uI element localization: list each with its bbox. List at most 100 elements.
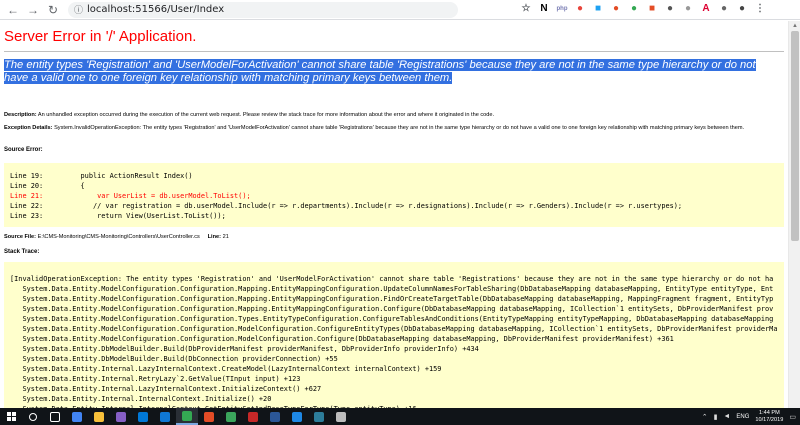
extension-icon[interactable]: ● [664, 3, 676, 15]
task-view-icon[interactable] [44, 408, 66, 425]
app-icon[interactable] [286, 408, 308, 425]
chevron-up-icon[interactable]: ⌃ [702, 413, 708, 421]
stack-line: System.Data.Entity.Internal.InternalCont… [10, 395, 272, 403]
windows-logo-icon [6, 412, 16, 421]
stack-line: System.Data.Entity.ModelConfiguration.Co… [10, 285, 774, 293]
forward-icon[interactable]: → [26, 3, 40, 17]
reload-icon[interactable]: ↻ [46, 3, 60, 17]
stack-line: System.Data.Entity.Internal.RetryLazy`2.… [10, 375, 301, 383]
error-message-text: The entity types 'Registration' and 'Use… [4, 59, 756, 84]
error-page: Server Error in '/' Application. The ent… [0, 21, 788, 408]
clock[interactable]: 1:44 PM 10/17/2019 [755, 410, 783, 424]
browser-toolbar: ← → ↻ ⓘ localhost:51566/User/Index ☆ Nphp… [0, 0, 800, 20]
paint-icon-glyph [204, 411, 214, 422]
chrome-icon[interactable] [176, 408, 198, 425]
source-file-label: Source File: [4, 234, 37, 240]
vertical-scrollbar[interactable]: ▲ [788, 21, 800, 408]
address-bar-url[interactable]: localhost:51566/User/Index [87, 4, 224, 15]
extensions-bar: ☆ Nphp ● ■ ● ● ■ ● ● A ● ● ⋮ [520, 3, 766, 15]
store-icon[interactable] [132, 408, 154, 425]
store-icon-glyph [138, 411, 148, 422]
mail-icon[interactable] [154, 408, 176, 425]
info-icon[interactable]: ⓘ [74, 3, 83, 16]
line-label: Line: [207, 234, 222, 240]
color-wheel-icon[interactable]: ● [574, 3, 586, 15]
source-file-path: E:\CMS-Monitoring\CMS-Monitoring\Control… [37, 234, 200, 240]
exception-text: System.InvalidOperationException: The en… [54, 125, 745, 131]
extension-icon[interactable]: ● [718, 3, 730, 15]
notion-icon[interactable]: N [538, 3, 550, 15]
line-number: 21 [222, 234, 229, 240]
extension-icon[interactable]: ● [610, 3, 622, 15]
file-explorer-icon[interactable] [88, 408, 110, 425]
app-icon[interactable] [242, 408, 264, 425]
stack-line: System.Data.Entity.ModelConfiguration.Co… [10, 295, 774, 303]
search-icon-glyph [29, 412, 37, 421]
source-error-label: Source Error: [4, 147, 43, 153]
scrollbar-thumb[interactable] [791, 31, 799, 241]
taskbar-apps [22, 408, 352, 425]
source-line: Line 21: var UserList = db.userModel.ToL… [10, 192, 251, 200]
stack-line: System.Data.Entity.ModelConfiguration.Co… [10, 335, 674, 343]
chrome-icon[interactable] [66, 408, 88, 425]
clock-time: 1:44 PM [758, 409, 780, 416]
stack-line: System.Data.Entity.ModelConfiguration.Co… [10, 305, 774, 313]
address-bar[interactable]: ⓘ localhost:51566/User/Index [68, 1, 458, 18]
app-icon-glyph [314, 411, 324, 422]
angular-icon[interactable]: A [700, 3, 712, 15]
divider [4, 51, 784, 52]
app-icon-glyph [292, 411, 302, 422]
app-icon[interactable] [308, 408, 330, 425]
network-icon[interactable]: ▮ [714, 413, 718, 421]
description: Description: An unhandled exception occu… [4, 112, 494, 118]
error-message: The entity types 'Registration' and 'Use… [4, 59, 764, 85]
system-tray: ⌃ ▮ ◄ ENG 1:44 PM 10/17/2019 ▭ [702, 408, 796, 425]
stack-line: System.Data.Entity.DbModelBuilder.Build(… [10, 355, 338, 363]
app-icon[interactable] [264, 408, 286, 425]
page-title: Server Error in '/' Application. [4, 28, 197, 45]
app-icon[interactable] [220, 408, 242, 425]
stack-trace-label: Stack Trace: [4, 249, 40, 255]
extension-icon[interactable]: ● [628, 3, 640, 15]
mail-icon-glyph [160, 411, 170, 422]
app-icon-glyph [270, 411, 280, 422]
volume-icon[interactable]: ◄ [723, 413, 730, 420]
exception-details: Exception Details: System.InvalidOperati… [4, 125, 779, 132]
description-text: An unhandled exception occurred during t… [37, 112, 495, 118]
clock-date: 10/17/2019 [755, 416, 784, 423]
file-explorer-icon-glyph [94, 411, 104, 422]
star-icon[interactable]: ☆ [520, 3, 532, 15]
extension-icon[interactable]: ■ [592, 3, 604, 15]
stack-line: System.Data.Entity.DbModelBuilder.Build(… [10, 345, 479, 353]
visual-studio-icon[interactable] [110, 408, 132, 425]
stack-line: System.Data.Entity.ModelConfiguration.Co… [10, 315, 774, 323]
back-icon[interactable]: ← [6, 3, 20, 17]
menu-icon[interactable]: ⋮ [754, 3, 766, 15]
stack-line: System.Data.Entity.Internal.LazyInternal… [10, 385, 322, 393]
extension-icon[interactable]: ■ [646, 3, 658, 15]
source-error-code: Line 19: public ActionResult Index() Line… [4, 163, 784, 227]
source-line: Line 22: // var registration = db.userMo… [10, 202, 683, 210]
chrome-icon-glyph [72, 411, 82, 422]
taskbar: ⌃ ▮ ◄ ENG 1:44 PM 10/17/2019 ▭ [0, 408, 800, 425]
app-icon[interactable] [330, 408, 352, 425]
php-icon[interactable]: php [556, 3, 568, 15]
extension-icon[interactable]: ● [682, 3, 694, 15]
task-view-icon-glyph [50, 411, 60, 422]
notifications-icon[interactable]: ▭ [789, 413, 796, 421]
app-icon-glyph [336, 411, 346, 422]
paint-icon[interactable] [198, 408, 220, 425]
language-indicator[interactable]: ENG [736, 414, 749, 420]
stack-trace-code: [InvalidOperationException: The entity t… [4, 262, 784, 408]
source-line: Line 19: public ActionResult Index() [10, 172, 193, 180]
source-line: Line 23: return View(UserList.ToList()); [10, 212, 226, 220]
description-label: Description: [4, 112, 37, 118]
profile-avatar[interactable]: ● [736, 3, 748, 15]
scroll-up-icon[interactable]: ▲ [791, 23, 799, 29]
app-icon-glyph [248, 411, 258, 422]
search-icon[interactable] [22, 408, 44, 425]
visual-studio-icon-glyph [116, 411, 126, 422]
chrome-icon-glyph [182, 410, 192, 421]
stack-line: System.Data.Entity.Internal.LazyInternal… [10, 365, 442, 373]
start-button[interactable] [0, 408, 22, 425]
